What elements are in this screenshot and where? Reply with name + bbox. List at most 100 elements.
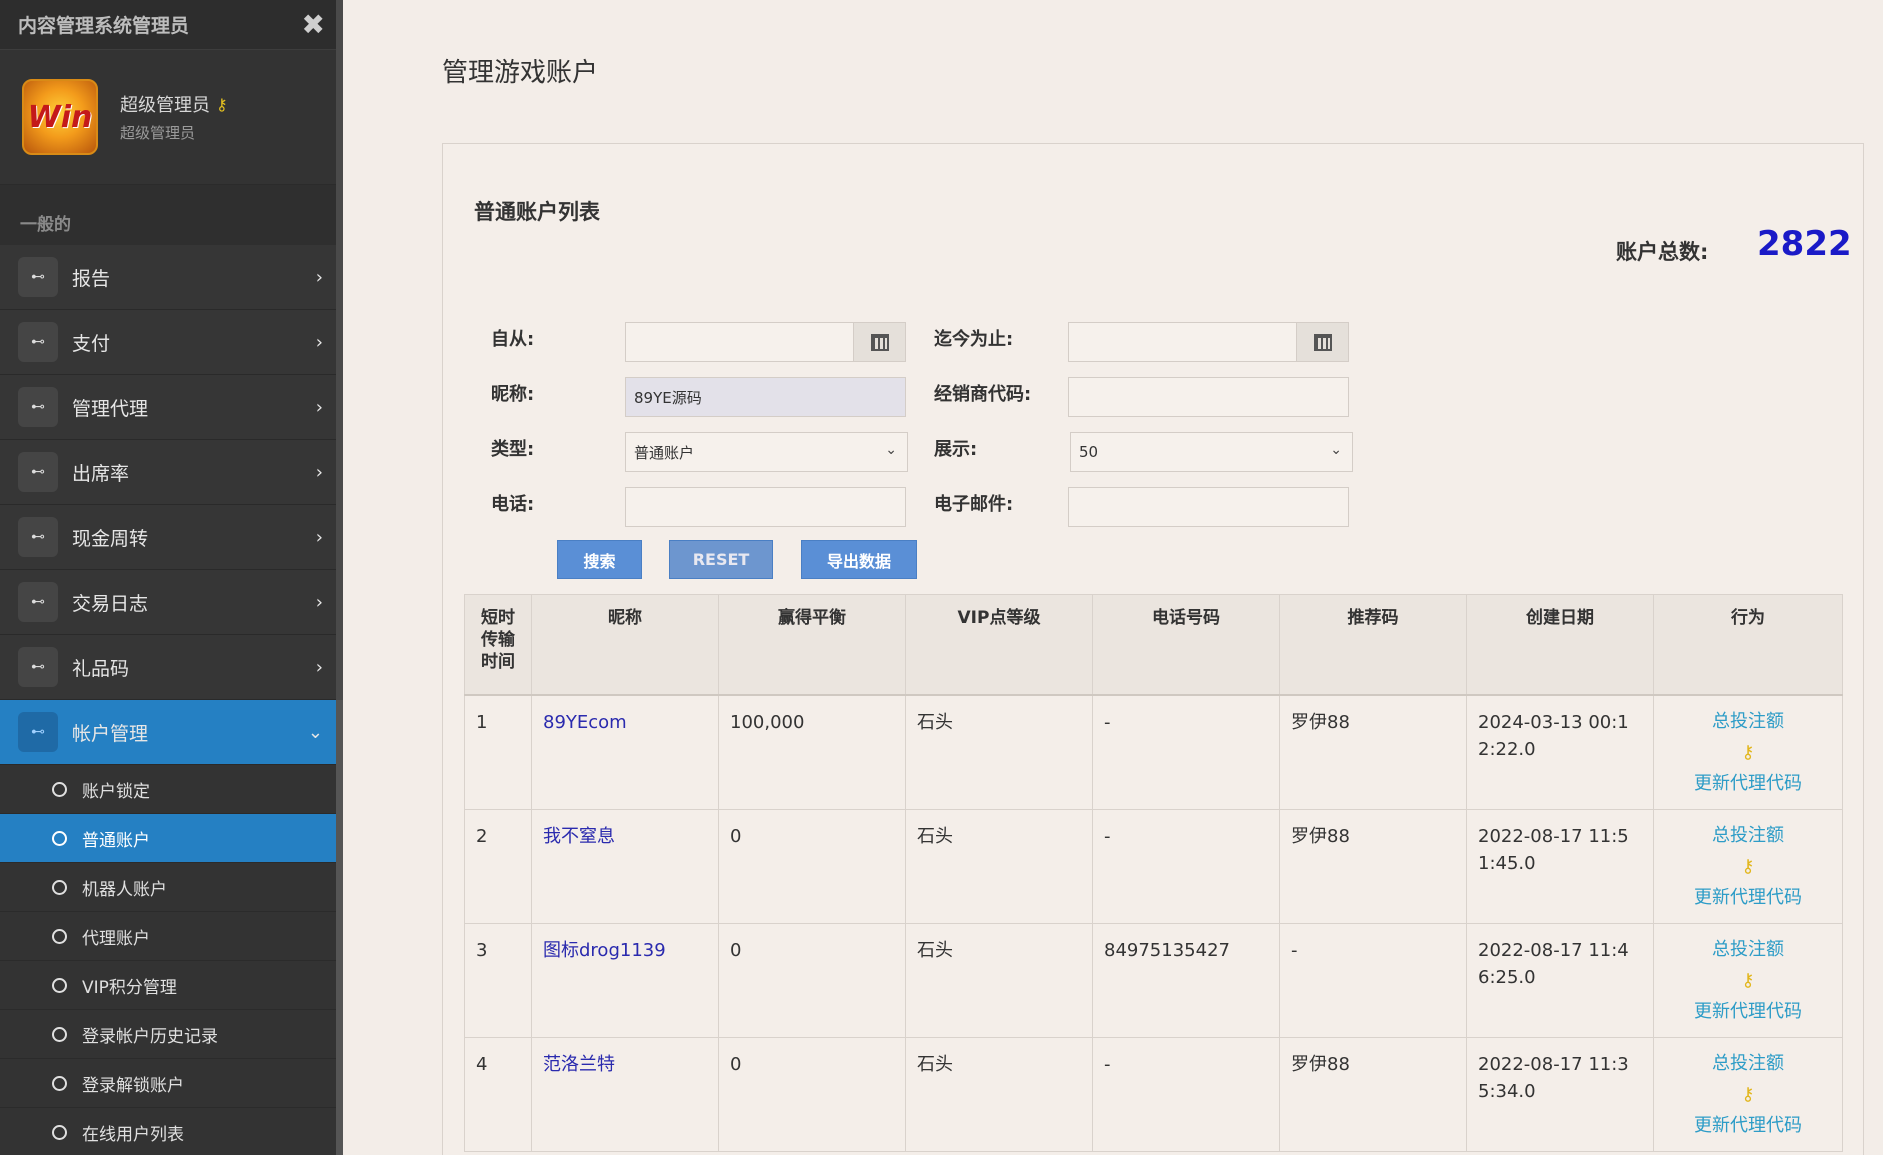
sidebar-item-label: 礼品码 (72, 657, 130, 680)
update-agent-code-link[interactable]: 更新代理代码 (1658, 770, 1838, 797)
to-calendar-button[interactable] (1296, 322, 1349, 362)
close-icon[interactable]: ✖ (302, 10, 325, 39)
sub-item-vip-points[interactable]: VIP积分管理 (0, 961, 343, 1010)
update-agent-code-link[interactable]: 更新代理代码 (1658, 1112, 1838, 1139)
sidebar-item-gift-code[interactable]: ⊷ 礼品码 › (0, 635, 343, 700)
sidebar-item-account-management[interactable]: ⊷ 帐户管理 ⌄ (0, 700, 343, 765)
circle-icon (52, 1075, 67, 1091)
type-label: 类型: (491, 439, 535, 460)
calendar-icon (1313, 333, 1332, 351)
sidebar-item-label: 现金周转 (72, 527, 149, 550)
sub-item-label: 普通账户 (82, 830, 150, 851)
sub-item-login-history[interactable]: 登录帐户历史记录 (0, 1010, 343, 1059)
from-label: 自从: (491, 329, 535, 350)
cell-nickname-link[interactable]: 图标drog1139 (531, 922, 719, 1038)
sub-item-account-lock[interactable]: 账户锁定 (0, 765, 343, 814)
sub-item-label: 代理账户 (82, 928, 150, 949)
cell-index: 2 (464, 808, 532, 924)
to-date-input[interactable] (1068, 322, 1298, 362)
cell-phone: - (1092, 1036, 1280, 1152)
sub-item-robot-accounts[interactable]: 机器人账户 (0, 863, 343, 912)
chevron-right-icon: › (315, 266, 323, 288)
export-data-button[interactable]: 导出数据 (801, 540, 917, 579)
from-calendar-button[interactable] (853, 322, 906, 362)
total-bet-link[interactable]: 总投注额 (1658, 822, 1838, 849)
chevron-down-icon: ⌄ (885, 442, 897, 458)
search-button[interactable]: 搜索 (557, 540, 642, 579)
circle-icon (52, 879, 67, 895)
dealer-code-input[interactable] (1068, 377, 1349, 417)
total-bet-link[interactable]: 总投注额 (1658, 936, 1838, 963)
update-agent-code-link[interactable]: 更新代理代码 (1658, 998, 1838, 1025)
reset-button[interactable]: RESET (669, 540, 773, 579)
show-label: 展示: (934, 439, 978, 460)
col-header-phone: 电话号码 (1092, 594, 1280, 696)
sidebar-item-label: 帐户管理 (72, 722, 149, 745)
sidebar-item-manage-agents[interactable]: ⊷ 管理代理 › (0, 375, 343, 440)
key-icon: ⚷ (1741, 741, 1755, 763)
sidebar-item-attendance[interactable]: ⊷ 出席率 › (0, 440, 343, 505)
page-title: 管理游戏账户 (442, 58, 599, 88)
total-bet-link[interactable]: 总投注额 (1658, 1050, 1838, 1077)
show-selected-value: 50 (1079, 443, 1099, 461)
col-header-nickname: 昵称 (531, 594, 719, 696)
chevron-right-icon: › (315, 656, 323, 678)
col-header-vip: VIP点等级 (905, 594, 1093, 696)
update-agent-code-link[interactable]: 更新代理代码 (1658, 884, 1838, 911)
chevron-right-icon: › (315, 591, 323, 613)
chevron-down-icon: ⌄ (1330, 442, 1342, 458)
gamepad-icon: ⊷ (18, 387, 58, 427)
sidebar-item-transaction-log[interactable]: ⊷ 交易日志 › (0, 570, 343, 635)
chevron-down-icon: ⌄ (307, 721, 323, 743)
to-label: 迄今为止: (934, 329, 1014, 350)
sidebar-item-payment[interactable]: ⊷ 支付 › (0, 310, 343, 375)
chevron-right-icon: › (315, 526, 323, 548)
cell-nickname-link[interactable]: 89YEcom (531, 694, 719, 810)
cell-ref-code: 罗伊88 (1279, 808, 1467, 924)
col-header-ref-code: 推荐码 (1279, 594, 1467, 696)
email-input[interactable] (1068, 487, 1349, 527)
cell-nickname-link[interactable]: 范洛兰特 (531, 1036, 719, 1152)
table-header-row: 短时传输时间 昵称 赢得平衡 VIP点等级 电话号码 推荐码 创建日期 行为 (464, 594, 1843, 696)
sidebar-item-label: 支付 (72, 332, 111, 355)
show-count-select[interactable]: 50 ⌄ (1070, 432, 1353, 472)
sidebar-scrollbar[interactable] (336, 0, 343, 1155)
nickname-input[interactable]: 89YE源码 (625, 377, 906, 417)
circle-icon (52, 977, 67, 993)
sidebar-item-cash-flow[interactable]: ⊷ 现金周转 › (0, 505, 343, 570)
sub-item-regular-accounts[interactable]: 普通账户 (0, 814, 343, 863)
sidebar-item-report[interactable]: ⊷ 报告 › (0, 245, 343, 310)
from-date-input[interactable] (625, 322, 855, 362)
sub-item-label: VIP积分管理 (82, 977, 177, 998)
total-accounts-label: 账户总数: (1616, 240, 1709, 264)
cell-ref-code: 罗伊88 (1279, 1036, 1467, 1152)
total-bet-link[interactable]: 总投注额 (1658, 708, 1838, 735)
key-icon: ⚷ (216, 94, 228, 114)
email-label: 电子邮件: (934, 494, 1014, 515)
nickname-label: 昵称: (491, 384, 535, 405)
gamepad-icon: ⊷ (18, 712, 58, 752)
main-content: 管理游戏账户 普通账户列表 账户总数: 2822 自从: 迄今为止: 昵称: 8… (343, 0, 1883, 1155)
sub-item-agent-accounts[interactable]: 代理账户 (0, 912, 343, 961)
sidebar-title: 内容管理系统管理员 (18, 15, 190, 37)
cell-balance: 0 (718, 1036, 906, 1152)
sub-item-online-users[interactable]: 在线用户列表 (0, 1108, 343, 1155)
cell-balance: 100,000 (718, 694, 906, 810)
cell-nickname-link[interactable]: 我不窒息 (531, 808, 719, 924)
type-select[interactable]: 普通账户 ⌄ (625, 432, 908, 472)
cell-created: 2022-08-17 11:51:45.0 (1466, 808, 1654, 924)
gamepad-icon: ⊷ (18, 582, 58, 622)
sub-item-unlock-accounts[interactable]: 登录解锁账户 (0, 1059, 343, 1108)
scrollbar-thumb[interactable] (336, 0, 343, 700)
dealer-code-label: 经销商代码: (934, 384, 1032, 405)
sidebar-item-label: 交易日志 (72, 592, 149, 615)
circle-icon (52, 781, 67, 797)
phone-input[interactable] (625, 487, 906, 527)
cell-vip: 石头 (905, 922, 1093, 1038)
cell-index: 1 (464, 694, 532, 810)
total-accounts-value: 2822 (1757, 224, 1852, 264)
phone-label: 电话: (491, 494, 535, 515)
sidebar-item-label: 管理代理 (72, 397, 149, 420)
gamepad-icon: ⊷ (18, 517, 58, 557)
circle-icon (52, 1026, 67, 1042)
